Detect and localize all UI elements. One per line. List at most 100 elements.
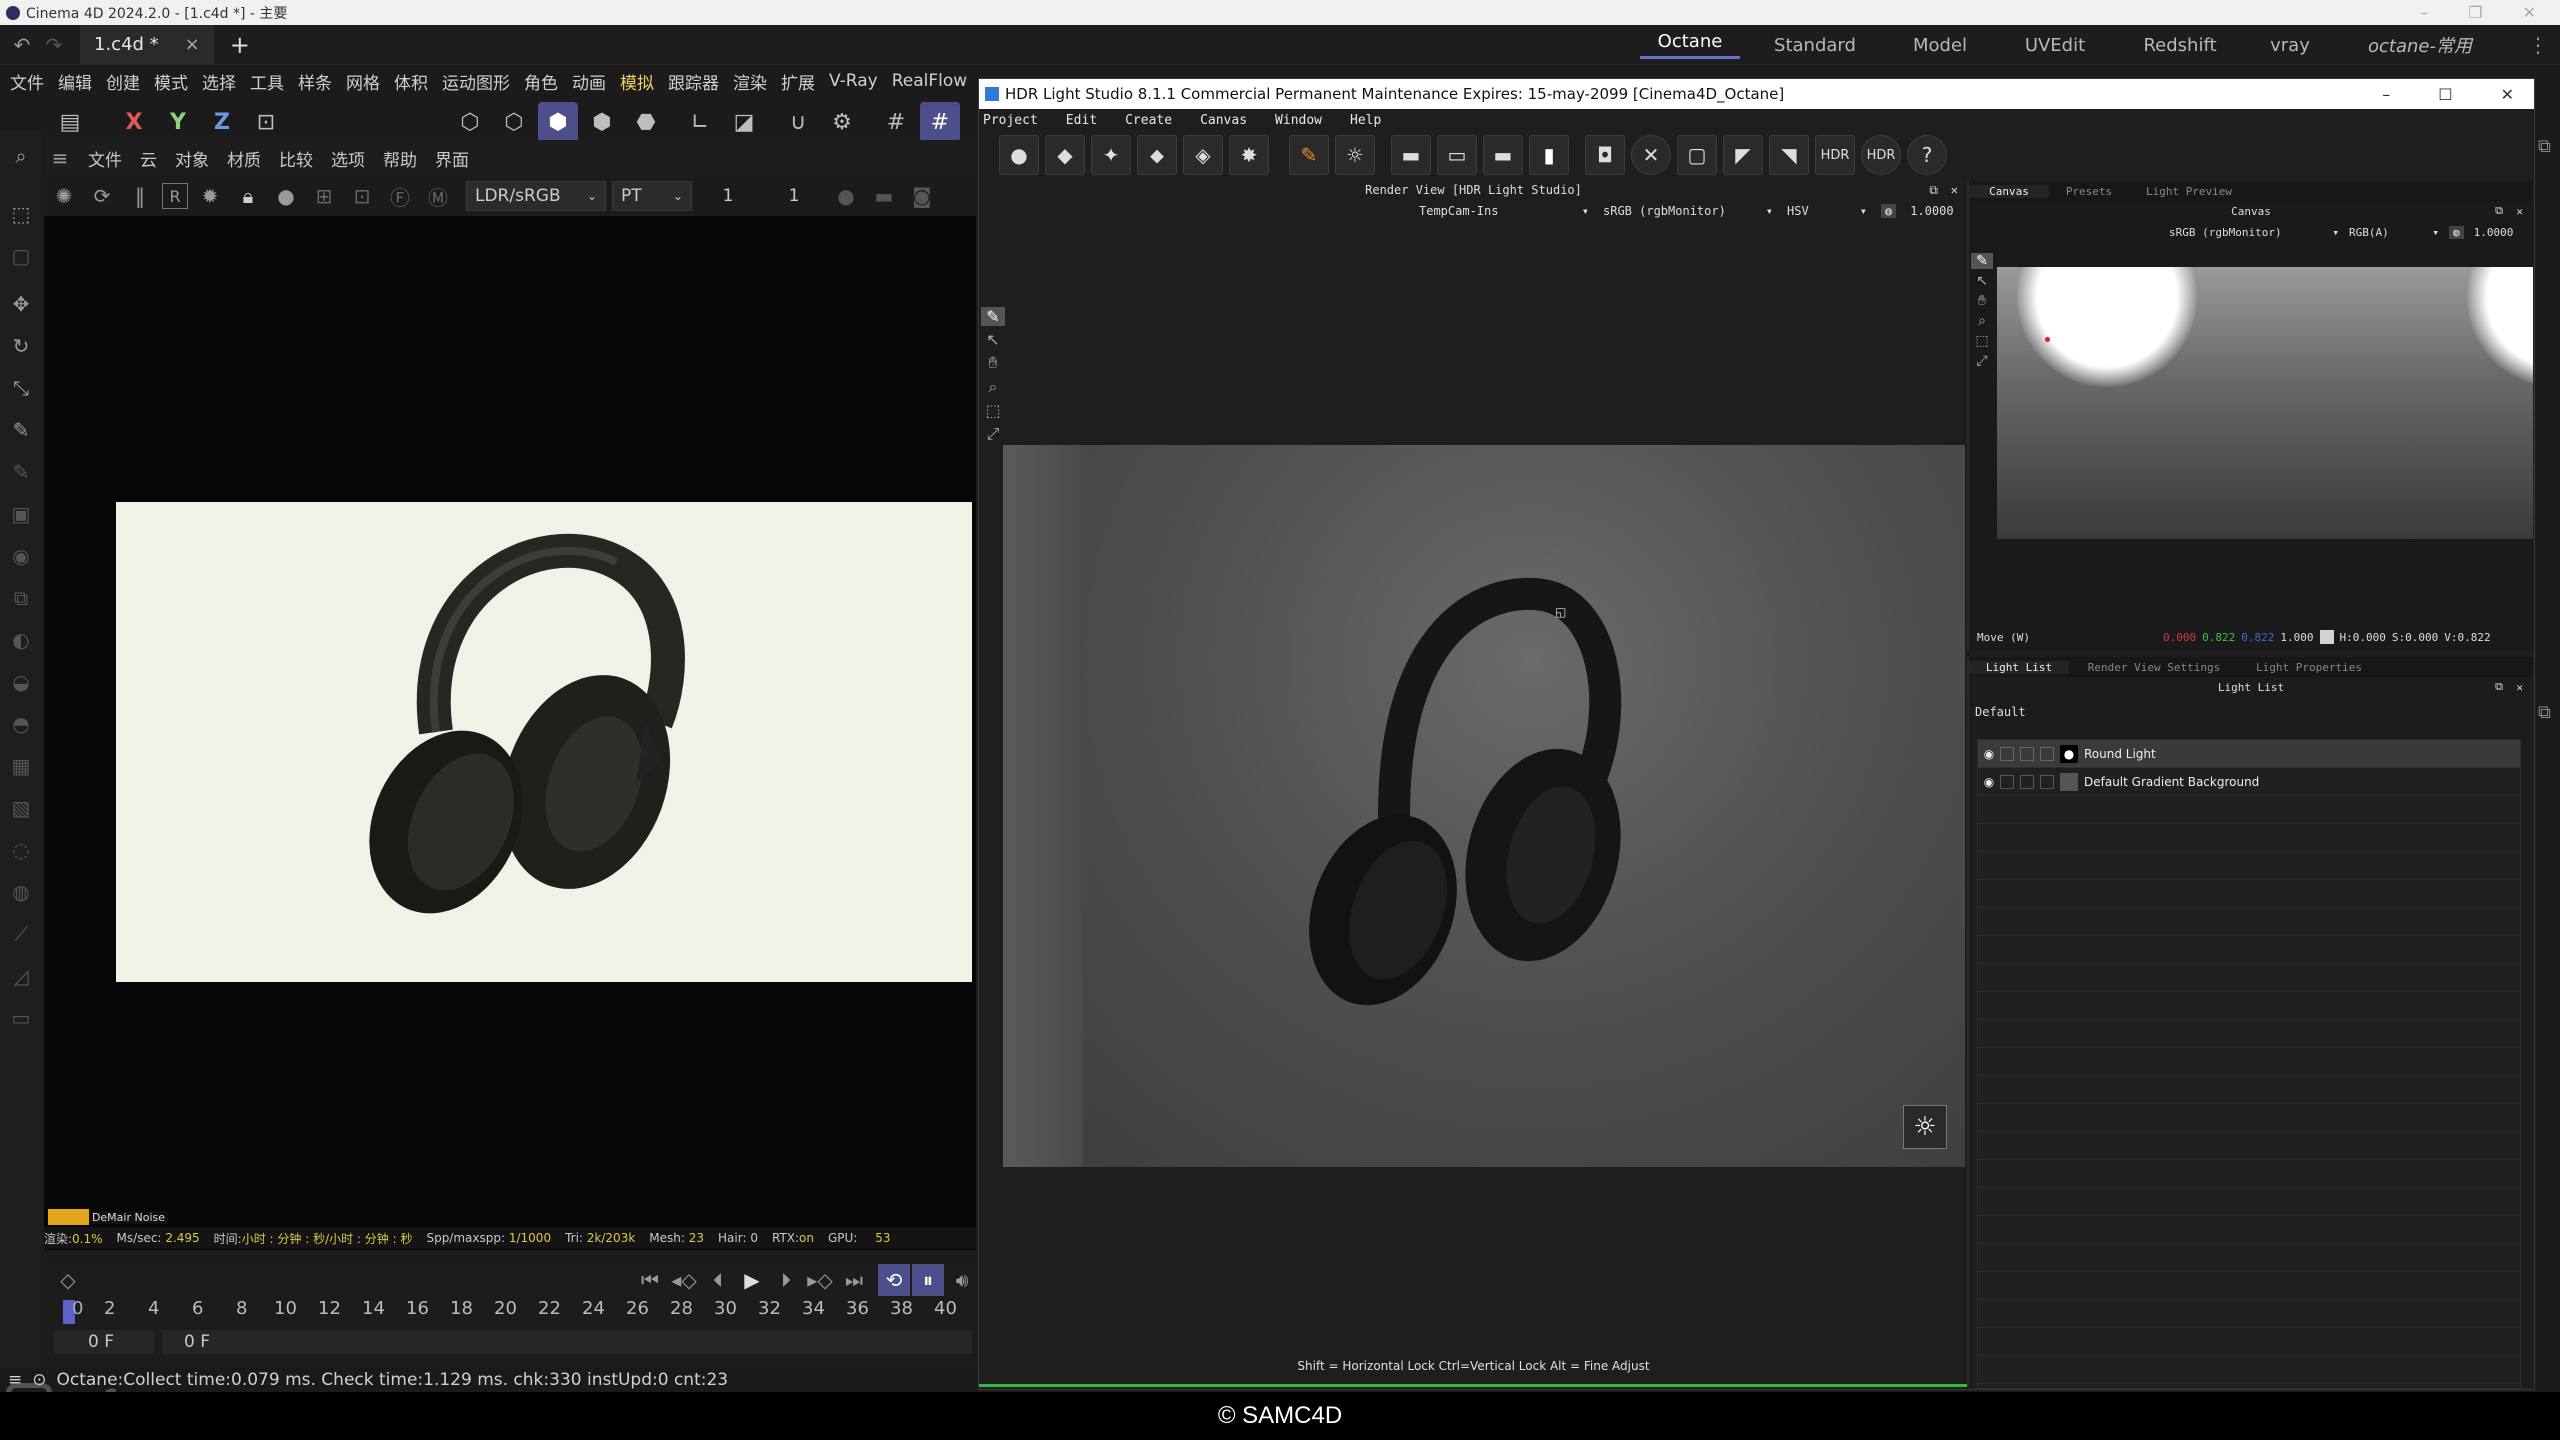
workplane-icon[interactable]: ∟ (680, 102, 720, 142)
viewer-menu-help[interactable]: 帮助 (383, 146, 417, 171)
exposure-slider-icon[interactable]: ◍ (1881, 204, 1897, 218)
snap-settings-icon[interactable]: ⚙ (822, 102, 862, 142)
tab-canvas[interactable]: Canvas (1969, 184, 2049, 198)
pick-m-icon[interactable]: Ⓜ (422, 180, 454, 212)
pick-focus-icon[interactable]: ⊡ (346, 180, 378, 212)
paint-light-icon[interactable]: ✎ (1289, 135, 1329, 175)
layout-custom[interactable]: octane-常用 (2340, 32, 2500, 58)
coordinate-system-icon[interactable]: ⊡ (246, 102, 286, 142)
viewer-menu-interface[interactable]: 界面 (435, 146, 469, 171)
send-scene-icon[interactable]: ✺ (48, 180, 80, 212)
minimize-icon[interactable]: – (2420, 3, 2428, 22)
layer-icon[interactable]: ⧉ (5, 582, 37, 614)
layout-redshift[interactable]: Redshift (2120, 35, 2240, 56)
canvas-channel-dropdown[interactable]: RGB(A) ▾ (2349, 226, 2439, 239)
move-tool-dropdown[interactable]: Move (W) (1977, 631, 2157, 644)
goto-end-icon[interactable]: ⏭ (838, 1264, 870, 1296)
points-mode-icon[interactable]: ⬡ (450, 102, 490, 142)
viewer-menu-object[interactable]: 对象 (175, 146, 209, 171)
hdr-close-icon[interactable]: ✕ (2501, 85, 2514, 104)
color-space-dropdown[interactable]: LDR/sRGB ⌄ (466, 181, 606, 211)
hamburger-icon[interactable]: ≡ (50, 142, 70, 174)
solo-checkbox[interactable] (2000, 774, 2014, 789)
gradient-dark-icon[interactable]: ▬ (1483, 135, 1523, 175)
sun-toggle-icon[interactable]: ☼ (1903, 1105, 1947, 1149)
gradient-bar-icon[interactable]: ▬ (1391, 135, 1431, 175)
region-render-icon[interactable]: R (162, 183, 188, 209)
tab-render-view-settings[interactable]: Render View Settings (2069, 661, 2239, 674)
document-tab[interactable]: 1.c4d * × (80, 24, 214, 65)
delete-light-icon[interactable]: ✕ (1631, 135, 1671, 175)
menu-render[interactable]: 渲染 (733, 69, 767, 94)
settings-gear-icon[interactable]: ✹ (194, 180, 226, 212)
layout-vray[interactable]: vray (2240, 35, 2340, 56)
canvas-hand-icon[interactable]: ✋︎ (1971, 293, 1993, 309)
light-list-close-icon[interactable]: ✕ (2516, 681, 2523, 694)
axis-x-toggle[interactable]: X (114, 102, 154, 142)
camera-rig-icon[interactable]: ◘ (1585, 135, 1625, 175)
uv-mode-icon[interactable]: ⬢ (582, 102, 622, 142)
snap-magnet-icon[interactable]: ∪ (778, 102, 818, 142)
gradient-image-icon[interactable]: ▭ (1437, 135, 1477, 175)
restart-render-icon[interactable]: ⟳ (86, 180, 118, 212)
tab-light-properties[interactable]: Light Properties (2239, 661, 2379, 674)
canvas-paint-icon[interactable]: ✎ (1971, 253, 1993, 269)
color-mode-dropdown[interactable]: HSV ▾ (1787, 204, 1867, 218)
sound-icon[interactable]: 🔊︎ (946, 1264, 978, 1296)
axis-y-toggle[interactable]: Y (158, 102, 198, 142)
field-a-input[interactable]: 1 (698, 181, 758, 211)
lock-icon[interactable]: 🔒︎ (232, 180, 264, 212)
axis-z-toggle[interactable]: Z (202, 102, 242, 142)
prev-frame-icon[interactable]: ⏴ (702, 1264, 734, 1296)
viewer-menu-options[interactable]: 选项 (331, 146, 365, 171)
knife-icon[interactable]: ⟋ (5, 918, 37, 950)
hdr-maximize-icon[interactable]: ☐ (2438, 85, 2452, 104)
hdr-menu-help[interactable]: Help (1350, 113, 1381, 128)
extrude-icon[interactable]: ▭ (5, 1002, 37, 1034)
menu-mograph[interactable]: 运动图形 (442, 69, 510, 94)
hdr-menu-project[interactable]: Project (983, 113, 1038, 128)
live-select-icon[interactable]: ▢ (5, 240, 37, 272)
menu-vray[interactable]: V-Ray (829, 71, 878, 91)
close-window-icon[interactable]: ✕ (2523, 3, 2536, 22)
layout-standard[interactable]: Standard (1740, 35, 1890, 56)
edges-mode-icon[interactable]: ⬡ (494, 102, 534, 142)
menu-mode[interactable]: 模式 (154, 69, 188, 94)
reflect-icon[interactable]: ◤ (1723, 135, 1763, 175)
hdr-menu-edit[interactable]: Edit (1066, 113, 1097, 128)
hdr-minimize-icon[interactable]: – (2382, 85, 2390, 104)
canvas-region-icon[interactable]: ⬚ (1971, 333, 1993, 349)
grid-snap-icon[interactable]: # (920, 102, 960, 142)
menu-tracker[interactable]: 跟踪器 (668, 69, 719, 94)
search-icon[interactable]: ⌕ (5, 140, 37, 172)
loop-icon[interactable]: ⟲ (878, 1264, 910, 1296)
sculpt-icon[interactable]: ◐ (5, 624, 37, 656)
bevel-icon[interactable]: ◿ (5, 960, 37, 992)
menu-edit[interactable]: 编辑 (58, 69, 92, 94)
canvas-exposure-value[interactable]: 1.0000 (2474, 226, 2514, 239)
keyframe-icon[interactable]: ◇ (52, 1264, 84, 1296)
dock-expand-icon-2[interactable]: ⧉ (2538, 702, 2551, 723)
add-region-icon[interactable]: ⊞ (308, 180, 340, 212)
canvas-pointer-icon[interactable]: ↖ (1971, 273, 1993, 289)
render-view-close-icon[interactable]: ✕ (1951, 183, 1958, 197)
canvas-fit-icon[interactable]: ⤢ (1971, 353, 1993, 369)
canvas-zoom-icon[interactable]: ⌕ (1971, 313, 1993, 329)
hdr-export-icon[interactable]: HDR (1815, 135, 1855, 175)
viewer-menu-file[interactable]: 文件 (88, 146, 122, 171)
spot-light-icon[interactable]: ✦ (1091, 135, 1131, 175)
menu-animate[interactable]: 动画 (572, 69, 606, 94)
visibility-eye-icon[interactable]: ◉ (1978, 747, 2000, 761)
hdr-menu-canvas[interactable]: Canvas (1200, 113, 1247, 128)
field-b-input[interactable]: 1 (764, 181, 824, 211)
pause-render-icon[interactable]: ‖ (124, 180, 156, 212)
hdr-menu-window[interactable]: Window (1275, 113, 1322, 128)
sun-light-icon[interactable]: ☼ (1335, 135, 1375, 175)
move-tool-icon[interactable]: ✥ (5, 288, 37, 320)
goto-start-icon[interactable]: ⏮ (634, 1264, 666, 1296)
menu-tools[interactable]: 工具 (250, 69, 284, 94)
gradient-white-icon[interactable]: ▮ (1529, 135, 1569, 175)
light-list-float-icon[interactable]: ⧉ (2495, 680, 2503, 694)
canvas-float-icon[interactable]: ⧉ (2495, 204, 2503, 218)
menu-simulate[interactable]: 模拟 (620, 69, 654, 94)
